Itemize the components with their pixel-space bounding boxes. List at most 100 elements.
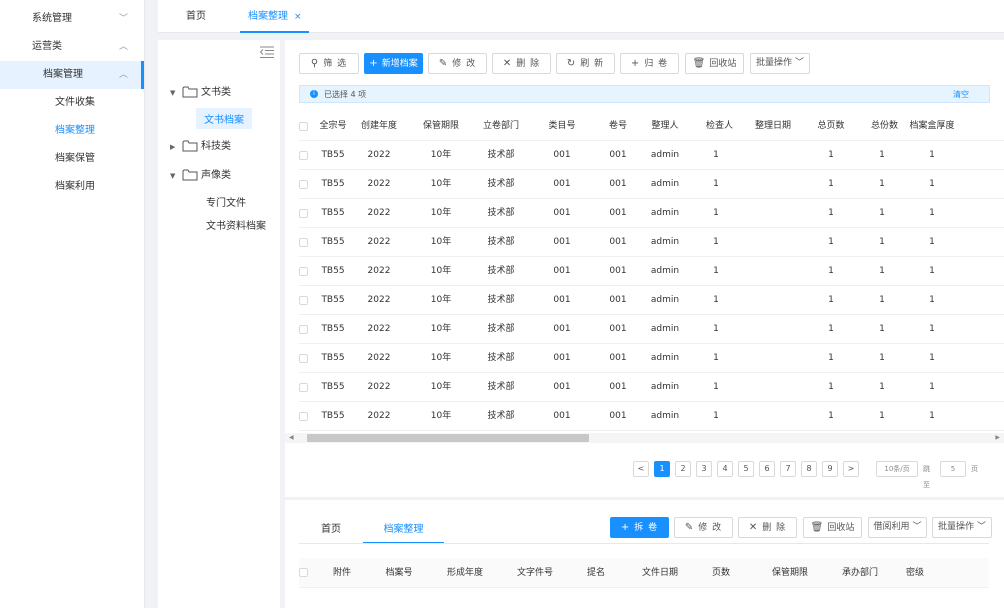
page-button[interactable]: 6 <box>759 461 775 477</box>
tree-node-technology[interactable]: ▶ 科技类 <box>170 137 231 152</box>
tree-leaf-document-materials[interactable]: 文书资料档案 <box>206 217 266 232</box>
tab-divider <box>299 543 989 544</box>
table-row[interactable]: TB55 2022 10年 技术部 001 001 admin 1 1 1 1 <box>299 286 1004 315</box>
table-cell <box>745 315 801 344</box>
archive-volume-button[interactable]: + 归 卷 <box>620 53 679 74</box>
clear-selection-link[interactable]: 清空 <box>953 89 969 100</box>
table-cell: 1 <box>828 295 834 305</box>
tab-archive-organize[interactable]: 档案整理 × <box>240 0 309 33</box>
close-icon[interactable]: × <box>294 12 302 22</box>
page-button[interactable]: 8 <box>801 461 817 477</box>
batch-actions-dropdown[interactable]: 批量操作 ﹀ <box>932 517 992 538</box>
table-row[interactable]: TB55 2022 10年 技术部 001 001 admin 1 1 1 1 <box>299 315 1004 344</box>
tree-node-documents[interactable]: ▼ 文书类 <box>170 83 231 98</box>
expand-arrow-icon[interactable]: ▼ <box>170 172 180 180</box>
table-row[interactable]: TB55 2022 10年 技术部 001 001 admin 1 1 1 1 <box>299 141 1004 170</box>
scroll-right-arrow-icon[interactable]: ▶ <box>995 434 1000 441</box>
column-header: 提名 <box>586 568 605 578</box>
tree-leaf-special-files[interactable]: 专门文件 <box>206 194 246 209</box>
tree-label: 声像类 <box>201 170 231 181</box>
tab-archive-organize[interactable]: 档案整理 <box>363 516 444 544</box>
filter-button[interactable]: ⚲ 筛 选 <box>299 53 359 74</box>
next-page-button[interactable]: > <box>843 461 859 477</box>
tab-home[interactable]: 首页 <box>313 516 349 544</box>
nav-item-archive-storage[interactable]: 档案保管 <box>0 145 144 173</box>
horizontal-scrollbar[interactable]: ◀ ▶ <box>285 433 1004 443</box>
recycle-bin-button[interactable]: 🗑 回收站 <box>803 517 862 538</box>
table-row[interactable]: TB55 2022 10年 技术部 001 001 admin 1 1 1 1 <box>299 170 1004 199</box>
row-checkbox[interactable] <box>299 354 308 363</box>
button-label: 批量操作 <box>756 58 793 68</box>
refresh-button[interactable]: ↻ 刷 新 <box>556 53 615 74</box>
row-checkbox[interactable] <box>299 325 308 334</box>
delete-button[interactable]: ✕ 删 除 <box>492 53 551 74</box>
page-size-select[interactable]: 10条/页 <box>876 461 918 477</box>
folder-icon <box>182 86 198 98</box>
tree-leaf-document-archive[interactable]: 文书档案 <box>196 108 252 129</box>
page-button[interactable]: 3 <box>696 461 712 477</box>
row-checkbox[interactable] <box>299 180 308 189</box>
row-checkbox[interactable] <box>299 267 308 276</box>
prev-page-button[interactable]: < <box>633 461 649 477</box>
page-button[interactable]: 5 <box>738 461 754 477</box>
table-cell: 001 <box>609 237 627 247</box>
page-unit-label: 页 <box>971 465 978 473</box>
table-cell: 技术部 <box>487 382 515 392</box>
row-checkbox[interactable] <box>299 296 308 305</box>
table-row[interactable]: TB55 2022 10年 技术部 001 001 admin 1 1 1 1 <box>299 344 1004 373</box>
table-row[interactable]: TB55 2022 10年 技术部 001 001 admin 1 1 1 1 <box>299 373 1004 402</box>
recycle-bin-button[interactable]: 🗑 回收站 <box>685 53 744 74</box>
edit-button[interactable]: ✎ 修 改 <box>674 517 733 538</box>
expand-arrow-icon[interactable]: ▶ <box>170 143 180 151</box>
row-checkbox[interactable] <box>299 412 308 421</box>
nav-item-archive-management[interactable]: 档案管理 ︿ <box>0 61 144 89</box>
table-cell: 1 <box>828 208 834 218</box>
page-button[interactable]: 1 <box>654 461 670 477</box>
row-checkbox[interactable] <box>299 151 308 160</box>
table-cell: 2022 <box>367 237 391 247</box>
nav-item-archive-organize[interactable]: 档案整理 <box>0 117 144 145</box>
table-cell: 001 <box>609 179 627 189</box>
row-checkbox[interactable] <box>299 238 308 247</box>
table-row[interactable]: TB55 2022 10年 技术部 001 001 admin 1 1 1 1 <box>299 402 1004 431</box>
table-cell: 10年 <box>430 266 452 276</box>
tree-label: 科技类 <box>201 141 231 152</box>
tab-home[interactable]: 首页 <box>186 0 206 33</box>
select-all-checkbox[interactable] <box>299 122 308 131</box>
table-row[interactable]: TB55 2022 10年 技术部 001 001 admin 1 1 1 1 <box>299 228 1004 257</box>
page-button[interactable]: 9 <box>822 461 838 477</box>
edit-button[interactable]: ✎ 修 改 <box>428 53 487 74</box>
nav-item-file-collection[interactable]: 文件收集 <box>0 89 144 117</box>
table-row[interactable]: TB55 2022 10年 技术部 001 001 admin 1 1 1 1 <box>299 199 1004 228</box>
edit-icon: ✎ <box>438 58 449 69</box>
row-checkbox[interactable] <box>299 383 308 392</box>
column-header: 类目号 <box>548 121 576 131</box>
select-all-checkbox[interactable] <box>299 568 308 577</box>
page-button[interactable]: 7 <box>780 461 796 477</box>
table-cell: 2022 <box>367 179 391 189</box>
nav-item-operations[interactable]: 运营类 ︿ <box>0 33 144 61</box>
nav-item-archive-use[interactable]: 档案利用 <box>0 173 144 201</box>
borrow-use-dropdown[interactable]: 借阅利用 ﹀ <box>868 517 927 538</box>
table-cell: 1 <box>929 353 935 363</box>
scroll-thumb[interactable] <box>307 434 589 442</box>
add-archive-button[interactable]: + 新增档案 <box>364 53 423 74</box>
column-header: 承办部门 <box>841 568 878 578</box>
table-cell: 1 <box>713 411 719 421</box>
tree-node-audiovisual[interactable]: ▼ 声像类 <box>170 166 231 181</box>
split-volume-button[interactable]: + 拆 卷 <box>610 517 669 538</box>
page-button[interactable]: 2 <box>675 461 691 477</box>
batch-actions-dropdown[interactable]: 批量操作 ﹀ <box>750 53 810 74</box>
collapse-menu-icon[interactable] <box>260 46 274 58</box>
row-checkbox[interactable] <box>299 209 308 218</box>
expand-arrow-icon[interactable]: ▼ <box>170 89 180 97</box>
table-cell: 2022 <box>367 382 391 392</box>
scroll-left-arrow-icon[interactable]: ◀ <box>289 434 294 441</box>
table-cell: 技术部 <box>487 411 515 421</box>
nav-item-system[interactable]: 系统管理 ﹀ <box>0 5 144 33</box>
jump-page-input[interactable]: 5 <box>940 461 966 477</box>
page-button[interactable]: 4 <box>717 461 733 477</box>
button-label: 回收站 <box>709 59 737 69</box>
table-row[interactable]: TB55 2022 10年 技术部 001 001 admin 1 1 1 1 <box>299 257 1004 286</box>
delete-button[interactable]: ✕ 删 除 <box>738 517 797 538</box>
